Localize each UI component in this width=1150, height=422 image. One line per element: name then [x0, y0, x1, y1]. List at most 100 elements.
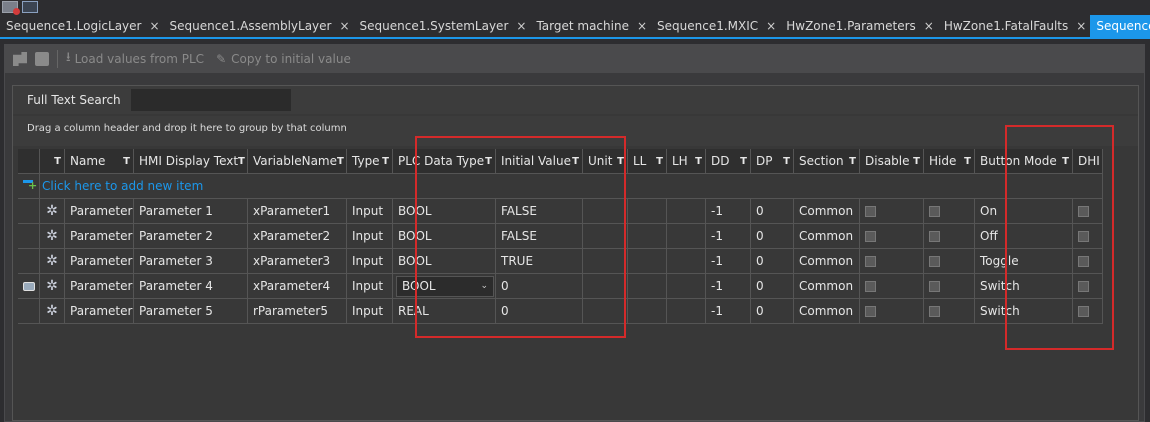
- checkbox[interactable]: [929, 255, 940, 267]
- close-icon[interactable]: ×: [766, 19, 776, 33]
- checkbox[interactable]: [929, 230, 940, 242]
- plc-data-type-cell[interactable]: REAL: [393, 299, 496, 324]
- type-cell[interactable]: Input: [347, 299, 393, 324]
- disable-cell[interactable]: [860, 224, 924, 249]
- dd-cell[interactable]: -1: [706, 274, 751, 299]
- column-header-col0[interactable]: [18, 149, 40, 174]
- filter-icon[interactable]: T: [1062, 156, 1069, 167]
- column-header-section[interactable]: Section T: [794, 149, 860, 174]
- checkbox[interactable]: [929, 280, 940, 292]
- dd-cell[interactable]: -1: [706, 249, 751, 274]
- variable-name-cell[interactable]: xParameter4: [248, 274, 347, 299]
- filter-icon[interactable]: T: [964, 156, 971, 167]
- unit-cell[interactable]: [583, 249, 628, 274]
- filter-icon[interactable]: T: [485, 156, 492, 167]
- variable-name-cell[interactable]: xParameter3: [248, 249, 347, 274]
- unit-cell[interactable]: [583, 199, 628, 224]
- dhi-cell[interactable]: [1073, 249, 1103, 274]
- hmi-display-text-cell[interactable]: Parameter 4: [134, 274, 248, 299]
- close-icon[interactable]: ×: [339, 19, 349, 33]
- tab-hwzone1-fatalfaults[interactable]: HwZone1.FatalFaults ×: [938, 15, 1091, 37]
- hmi-display-text-cell[interactable]: Parameter 1: [134, 199, 248, 224]
- load-values-button[interactable]: Load values from PLC: [75, 52, 205, 66]
- disable-cell[interactable]: [860, 199, 924, 224]
- ll-cell[interactable]: [628, 224, 667, 249]
- section-cell[interactable]: Common: [794, 299, 860, 324]
- ll-cell[interactable]: [628, 274, 667, 299]
- hmi-display-text-cell[interactable]: Parameter 3: [134, 249, 248, 274]
- search-input[interactable]: [130, 89, 291, 111]
- button-mode-cell[interactable]: Toggle: [975, 249, 1073, 274]
- type-cell[interactable]: Input: [347, 249, 393, 274]
- tab-sequence1-assemblylayer[interactable]: Sequence1.AssemblyLayer ×: [164, 15, 354, 37]
- checkbox[interactable]: [929, 205, 940, 217]
- checkbox[interactable]: [865, 230, 876, 242]
- button-mode-cell[interactable]: Switch: [975, 274, 1073, 299]
- filter-icon[interactable]: T: [572, 156, 579, 167]
- checkbox[interactable]: [1078, 280, 1089, 292]
- plc-data-type-cell[interactable]: BOOL: [393, 224, 496, 249]
- lh-cell[interactable]: [667, 299, 706, 324]
- filter-icon[interactable]: T: [783, 156, 790, 167]
- type-cell[interactable]: Input: [347, 224, 393, 249]
- column-header-type[interactable]: Type T: [347, 149, 393, 174]
- section-cell[interactable]: Common: [794, 249, 860, 274]
- column-header-dp[interactable]: DP T: [751, 149, 794, 174]
- copy-initial-button[interactable]: Copy to initial value: [231, 52, 351, 66]
- ll-cell[interactable]: [628, 299, 667, 324]
- hmi-display-text-cell[interactable]: Parameter 5: [134, 299, 248, 324]
- unit-cell[interactable]: [583, 224, 628, 249]
- filter-icon[interactable]: T: [123, 156, 130, 167]
- dp-cell[interactable]: 0: [751, 299, 794, 324]
- chevron-down-icon[interactable]: ⌄: [480, 281, 488, 291]
- column-header-disable[interactable]: Disable T: [860, 149, 924, 174]
- plc-data-type-cell[interactable]: BOOL: [393, 199, 496, 224]
- column-header-dhi[interactable]: DHI: [1073, 149, 1103, 174]
- type-cell[interactable]: Input: [347, 199, 393, 224]
- filter-icon[interactable]: T: [382, 156, 389, 167]
- button-mode-cell[interactable]: Switch: [975, 299, 1073, 324]
- ll-cell[interactable]: [628, 249, 667, 274]
- lh-cell[interactable]: [667, 199, 706, 224]
- column-header-variablename[interactable]: VariableName T: [248, 149, 347, 174]
- hide-cell[interactable]: [924, 224, 975, 249]
- name-cell[interactable]: Parameter1: [65, 199, 134, 224]
- checkbox[interactable]: [1078, 305, 1089, 317]
- disable-cell[interactable]: [860, 249, 924, 274]
- name-cell[interactable]: Parameter3: [65, 249, 134, 274]
- app-icon[interactable]: [2, 1, 20, 15]
- column-header-lh[interactable]: LH T: [667, 149, 706, 174]
- tab-sequence1-systemlayer[interactable]: Sequence1.SystemLayer ×: [354, 15, 531, 37]
- tab-sequence1-parameters[interactable]: Sequence1.Parameters×: [1090, 15, 1150, 37]
- column-header-plc-data-type[interactable]: PLC Data Type T: [393, 149, 496, 174]
- table-row[interactable]: ✲ Parameter4 Parameter 4 xParameter4 Input BO…: [18, 274, 1103, 299]
- tab-sequence1-logiclayer[interactable]: Sequence1.LogicLayer ×: [0, 15, 164, 37]
- dp-cell[interactable]: 0: [751, 249, 794, 274]
- column-header-unit[interactable]: Unit T: [583, 149, 628, 174]
- column-header-col1[interactable]: T: [40, 149, 65, 174]
- group-panel[interactable]: Drag a column header and drop it here to…: [13, 116, 1138, 146]
- table-row[interactable]: ✲ Parameter5 Parameter 5 rParameter5 Input RE…: [18, 299, 1103, 324]
- disable-cell[interactable]: [860, 299, 924, 324]
- variable-name-cell[interactable]: xParameter2: [248, 224, 347, 249]
- dp-cell[interactable]: 0: [751, 274, 794, 299]
- column-header-ll[interactable]: LL T: [628, 149, 667, 174]
- hide-cell[interactable]: [924, 249, 975, 274]
- hide-cell[interactable]: [924, 274, 975, 299]
- section-cell[interactable]: Common: [794, 224, 860, 249]
- column-header-initial-value[interactable]: Initial Value T: [496, 149, 583, 174]
- dp-cell[interactable]: 0: [751, 224, 794, 249]
- filter-icon[interactable]: T: [54, 156, 61, 167]
- button-mode-cell[interactable]: On: [975, 199, 1073, 224]
- tab-target-machine[interactable]: Target machine ×: [530, 15, 651, 37]
- checkbox[interactable]: [1078, 205, 1089, 217]
- name-cell[interactable]: Parameter4: [65, 274, 134, 299]
- column-header-hide[interactable]: Hide T: [924, 149, 975, 174]
- variable-name-cell[interactable]: rParameter5: [248, 299, 347, 324]
- close-icon[interactable]: ×: [637, 19, 647, 33]
- lh-cell[interactable]: [667, 224, 706, 249]
- filter-icon[interactable]: T: [337, 156, 344, 167]
- dhi-cell[interactable]: [1073, 274, 1103, 299]
- close-icon[interactable]: ×: [516, 19, 526, 33]
- add-new-item-row[interactable]: Click here to add new item: [18, 174, 1103, 199]
